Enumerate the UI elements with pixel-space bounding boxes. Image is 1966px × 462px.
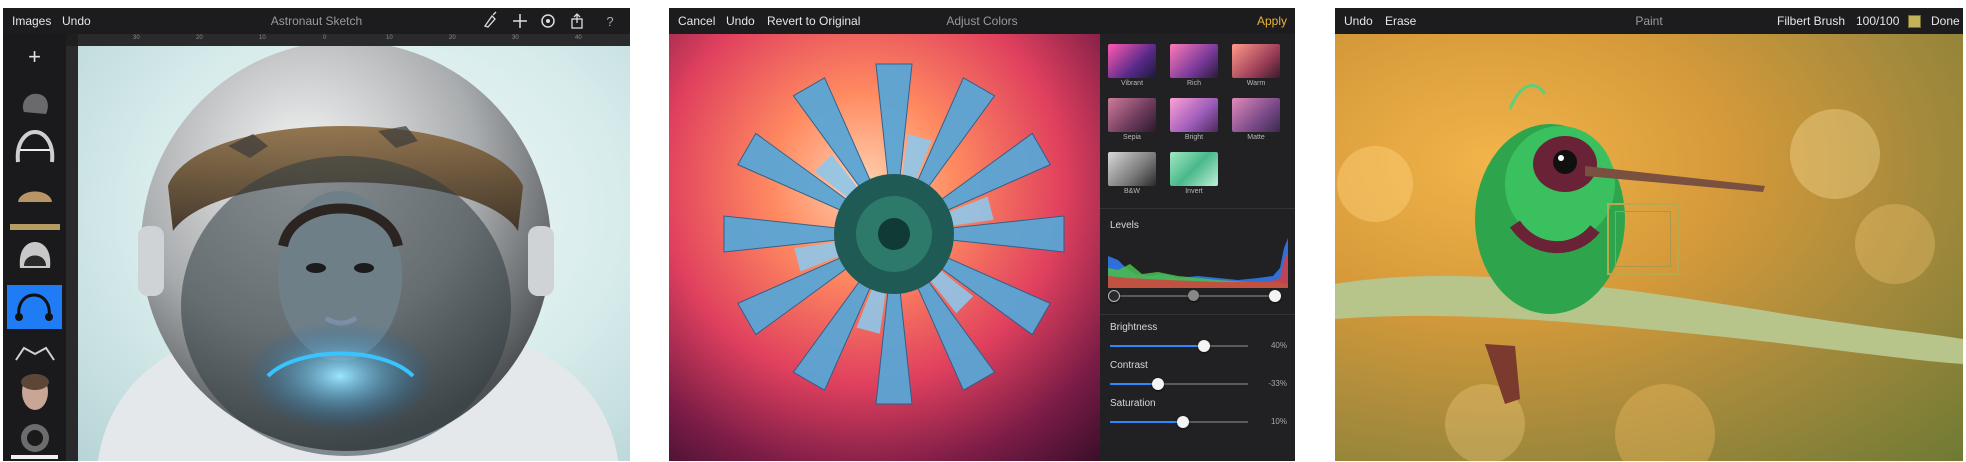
filter-thumbnail (1232, 98, 1280, 132)
vertical-ruler (66, 46, 78, 461)
filter-thumbnail (1170, 44, 1218, 78)
top-toolbar: Undo Erase Paint Filbert Brush 100/100 D… (1335, 8, 1963, 34)
brush-icon[interactable] (481, 11, 501, 31)
saturation-slider[interactable] (1177, 416, 1190, 428)
layers-sidebar: + (3, 34, 66, 461)
saturation-label: Saturation (1110, 398, 1156, 409)
filter-bw[interactable]: B&W (1108, 152, 1156, 195)
flower-photo (723, 63, 1065, 405)
filter-vibrant[interactable]: Vibrant (1108, 44, 1156, 87)
filter-bright[interactable]: Bright (1170, 98, 1218, 141)
svg-text:?: ? (606, 14, 613, 29)
layer-thumbnail[interactable] (10, 86, 60, 120)
add-layer-button[interactable]: + (3, 44, 66, 70)
plus-icon[interactable] (510, 11, 530, 31)
filter-thumbnail (1108, 98, 1156, 132)
layer-thumbnail-selected[interactable] (7, 285, 62, 329)
brush-cursor (1607, 203, 1679, 275)
headset-icon (15, 293, 53, 321)
filter-label: B&W (1124, 188, 1140, 195)
filter-thumbnail (1108, 152, 1156, 186)
filter-thumbnail (1232, 44, 1280, 78)
filter-invert[interactable]: Invert (1170, 152, 1218, 195)
layer-thumbnail[interactable] (10, 342, 60, 364)
saturation-fill (1110, 421, 1184, 423)
adjustments-panel: Vibrant Rich Warm Sepia Bright Matte B&W (1100, 34, 1295, 461)
apply-button[interactable]: Apply (1257, 14, 1287, 28)
share-icon[interactable] (567, 11, 587, 31)
filter-label: Invert (1185, 188, 1203, 195)
ruler-tick: 20 (449, 35, 456, 41)
levels-white-handle[interactable] (1269, 290, 1281, 302)
ruler-tick: 10 (259, 35, 266, 41)
filter-matte[interactable]: Matte (1232, 98, 1280, 141)
horizontal-ruler: 30 20 10 0 10 20 30 40 (78, 34, 630, 46)
layers-editor-screen: Images Undo Astronaut Sketch ? 30 20 10 … (3, 8, 630, 461)
ruler-tick: 10 (386, 35, 393, 41)
layer-thumbnail[interactable] (10, 238, 60, 274)
brush-selector[interactable]: Filbert Brush (1777, 14, 1845, 28)
layer-thumbnail[interactable] (10, 128, 60, 168)
painting-canvas[interactable] (1335, 34, 1963, 461)
filter-rich[interactable]: Rich (1170, 44, 1218, 87)
layer-thumbnail[interactable] (10, 224, 60, 230)
levels-gray-handle[interactable] (1188, 290, 1199, 301)
ruler-tick: 20 (196, 35, 203, 41)
help-icon[interactable]: ? (600, 11, 620, 31)
layer-thumbnail[interactable] (10, 370, 60, 414)
drawing-canvas[interactable] (78, 46, 630, 461)
filter-warm[interactable]: Warm (1232, 44, 1280, 87)
top-toolbar: Cancel Undo Revert to Original Adjust Co… (669, 8, 1295, 34)
filter-label: Bright (1184, 134, 1204, 141)
brightness-value: 40% (1270, 341, 1287, 350)
color-swatch[interactable] (1908, 15, 1921, 28)
layer-thumbnail[interactable] (10, 420, 60, 456)
photo-canvas[interactable] (669, 34, 1100, 461)
contrast-slider[interactable] (1152, 378, 1165, 390)
ruler-tick: 30 (133, 35, 140, 41)
contrast-label: Contrast (1110, 360, 1148, 371)
brightness-slider[interactable] (1197, 340, 1210, 352)
ruler-tick: 30 (512, 35, 519, 41)
filter-thumbnail (1170, 152, 1218, 186)
filter-label: Rich (1186, 80, 1201, 87)
adjust-colors-screen: Cancel Undo Revert to Original Adjust Co… (669, 8, 1295, 461)
ruler-tick: 0 (323, 35, 327, 41)
levels-label: Levels (1110, 220, 1139, 231)
brightness-fill (1110, 345, 1204, 347)
levels-black-handle[interactable] (1108, 290, 1120, 302)
filter-sepia[interactable]: Sepia (1108, 98, 1156, 141)
document-title: Astronaut Sketch (270, 14, 363, 28)
screen-title: Adjust Colors (946, 14, 1018, 28)
filter-label: Sepia (1123, 134, 1141, 141)
layer-thumbnail[interactable] (11, 455, 58, 459)
paint-screen: Undo Erase Paint Filbert Brush 100/100 D… (1335, 8, 1963, 461)
brightness-label: Brightness (1110, 322, 1158, 333)
ruler-tick: 40 (575, 35, 582, 41)
filter-thumbnail (1170, 98, 1218, 132)
contrast-fill (1110, 383, 1159, 385)
divider (1100, 314, 1295, 315)
brush-size[interactable]: 100/100 (1856, 14, 1899, 28)
filter-label: Vibrant (1120, 80, 1144, 87)
saturation-value: 10% (1270, 417, 1287, 426)
filter-label: Warm (1246, 80, 1266, 87)
levels-histogram (1108, 238, 1288, 288)
gear-icon[interactable] (538, 11, 558, 31)
astronaut-artwork (98, 46, 618, 461)
top-toolbar: Images Undo Astronaut Sketch ? (3, 8, 630, 34)
layer-thumbnail[interactable] (10, 180, 60, 210)
divider (1100, 208, 1295, 209)
filter-thumbnail (1108, 44, 1156, 78)
filter-label: Matte (1247, 134, 1265, 141)
done-button[interactable]: Done (1931, 14, 1960, 28)
contrast-value: -33% (1268, 379, 1287, 388)
